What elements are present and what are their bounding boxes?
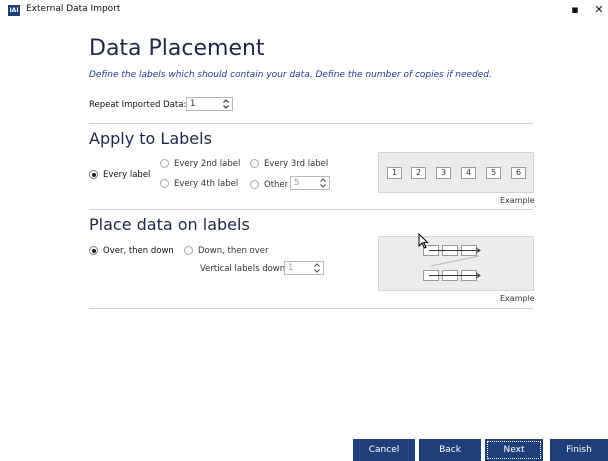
page-title: Data Placement (89, 36, 265, 61)
other-stepper[interactable]: 5 (290, 176, 330, 190)
radio-other[interactable] (250, 180, 259, 189)
stepper-arrows-icon[interactable] (223, 98, 229, 110)
preview-label-5: 5 (486, 167, 501, 179)
repeat-value: 1 (190, 99, 196, 109)
radio-every-2nd-label[interactable] (160, 159, 169, 168)
radio-every-3rd-label-text: Every 3rd label (264, 159, 329, 169)
radio-every-3rd-label[interactable] (250, 159, 259, 168)
mouse-cursor-icon (418, 233, 429, 249)
radio-every-2nd-label-text: Every 2nd label (174, 159, 241, 169)
repeat-label: Repeat Imported Data: (89, 100, 187, 110)
radio-over-then-down-text: Over, then down (103, 246, 174, 256)
radio-every-4th-label[interactable] (160, 179, 169, 188)
radio-down-then-over-text: Down, then over (198, 246, 269, 256)
place-section-title: Place data on labels (89, 215, 250, 234)
stepper-arrows-icon[interactable] (314, 262, 320, 274)
vertical-labels-stepper[interactable]: 1 (284, 261, 324, 275)
vertical-labels-value: 1 (288, 263, 294, 273)
preview-label-6: 6 (511, 167, 526, 179)
repeat-stepper[interactable]: 1 (186, 97, 233, 111)
divider (89, 209, 533, 210)
stepper-arrows-icon[interactable] (320, 177, 326, 189)
place-example-caption: Example (500, 294, 535, 303)
app-icon: IAI (8, 5, 20, 16)
preview-label-3: 3 (436, 167, 451, 179)
cancel-button[interactable]: Cancel (353, 439, 415, 461)
finish-button[interactable]: Finish (550, 439, 608, 461)
apply-section-title: Apply to Labels (89, 129, 212, 148)
radio-every-label-text: Every label (103, 170, 151, 180)
apply-example-caption: Example (500, 196, 535, 205)
flow-arrows-icon (429, 247, 481, 279)
close-icon[interactable]: ✕ (592, 3, 606, 16)
radio-over-then-down[interactable] (89, 246, 98, 255)
title-bar: IAI External Data Import ▪ ✕ (0, 0, 608, 22)
radio-down-then-over[interactable] (184, 246, 193, 255)
radio-every-label[interactable] (89, 170, 98, 179)
maximize-icon[interactable]: ▪ (568, 3, 582, 16)
radio-other-text: Other (264, 180, 289, 190)
apply-preview: 1 2 3 4 5 6 (378, 152, 534, 193)
vertical-labels-label: Vertical labels down: (200, 264, 289, 274)
back-button[interactable]: Back (419, 439, 481, 461)
next-button[interactable]: Next (485, 439, 543, 461)
place-preview (378, 236, 534, 291)
divider (89, 123, 533, 124)
radio-every-4th-label-text: Every 4th label (174, 179, 239, 189)
window-title: External Data Import (26, 4, 121, 14)
preview-label-2: 2 (411, 167, 426, 179)
preview-label-4: 4 (461, 167, 476, 179)
preview-label-1: 1 (387, 167, 402, 179)
page-subtitle: Define the labels which should contain y… (89, 70, 492, 80)
other-value: 5 (294, 178, 300, 188)
divider (89, 308, 533, 309)
